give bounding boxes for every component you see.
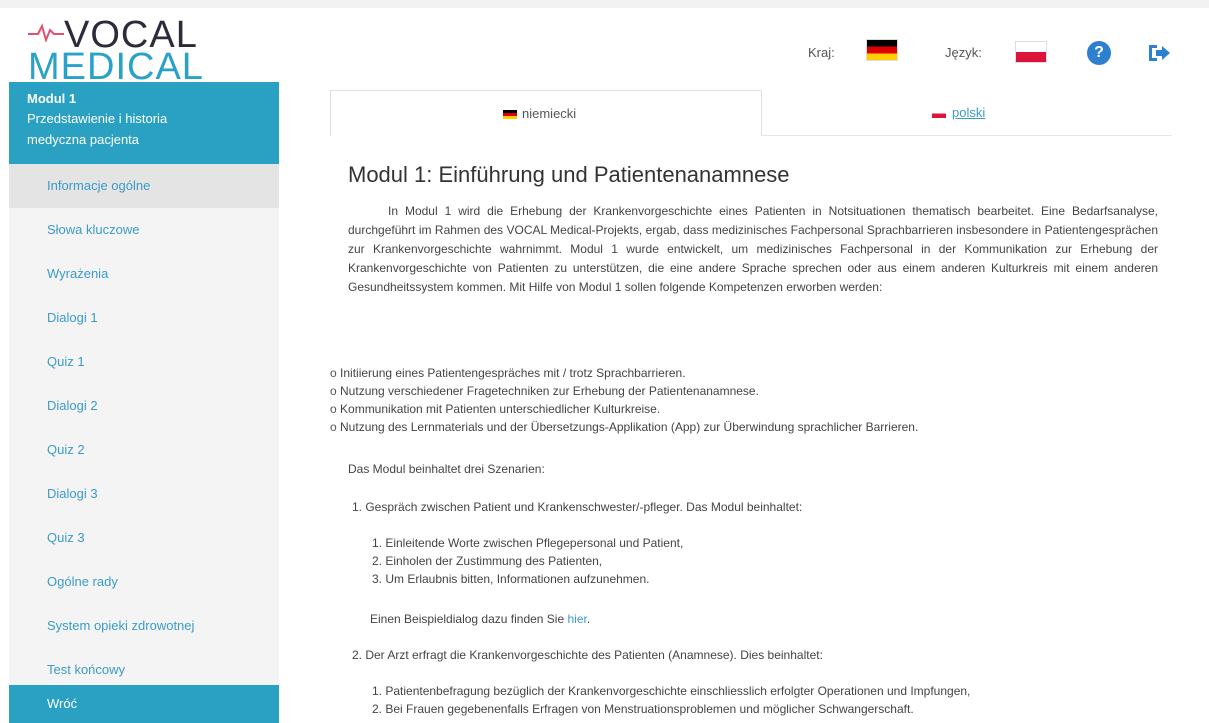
sidebar-item-keywords[interactable]: Słowa kluczowe <box>9 208 279 252</box>
scenario-1-item: 1. Einleitende Worte zwischen Pflegepers… <box>372 536 684 550</box>
example-dialog-line: Einen Beispieldialog dazu finden Sie hie… <box>370 612 591 626</box>
sidebar-item-quiz-2[interactable]: Quiz 2 <box>9 428 279 472</box>
list-item: Initiierung eines Patientengespräches mi… <box>330 364 918 382</box>
question-circle-icon[interactable]: ? <box>1087 41 1111 65</box>
sidebar-item-quiz-3[interactable]: Quiz 3 <box>9 516 279 560</box>
scenario-2-title: 2. Der Arzt erfragt die Krankenvorgeschi… <box>352 648 823 662</box>
logo-text-bottom: MEDICAL <box>28 46 204 88</box>
sidebar-item-dialogs-2[interactable]: Dialogi 2 <box>9 384 279 428</box>
tab-polish[interactable]: polski <box>762 90 1172 136</box>
germany-flag-icon <box>503 110 517 119</box>
sidebar-item-expressions[interactable]: Wyrażenia <box>9 252 279 296</box>
scenario-1-item: 2. Einholen der Zustimmung des Patienten… <box>372 554 603 568</box>
back-button[interactable]: Wróć <box>9 685 279 723</box>
competency-list: Initiierung eines Patientengespräches mi… <box>330 364 918 436</box>
scenario-2-item: 2. Bei Frauen gegebenenfalls Erfragen vo… <box>372 702 914 716</box>
tab-german[interactable]: niemiecki <box>330 90 762 136</box>
list-item: Kommunikation mit Patienten unterschiedl… <box>330 400 918 418</box>
scenario-1-title: 1. Gespräch zwischen Patient und Kranken… <box>352 500 803 514</box>
country-flag-germany[interactable] <box>866 39 898 61</box>
list-item: Nutzung verschiedener Fragetechniken zur… <box>330 382 918 400</box>
poland-flag-icon <box>932 109 946 118</box>
module-title: Modul 1 <box>27 91 77 106</box>
module-subtitle: Przedstawienie i historia medyczna pacje… <box>27 111 168 147</box>
heartbeat-icon <box>28 23 64 42</box>
page-title: Modul 1: Einführung und Patientenanamnes… <box>348 162 790 187</box>
sidebar: Modul 1 Przedstawienie i historia medycz… <box>9 82 279 723</box>
language-label: Język: <box>945 45 982 60</box>
scenarios-intro: Das Modul beinhaltet drei Szenarien: <box>348 462 545 476</box>
intro-paragraph: In Modul 1 wird die Erhebung der Kranken… <box>348 204 1158 294</box>
scenario-2-item: 1. Patientenbefragung bezüglich der Kran… <box>372 684 971 698</box>
header: VOCAL MEDICAL Kraj: Język: ? <box>0 0 1209 86</box>
sidebar-item-dialogs-3[interactable]: Dialogi 3 <box>9 472 279 516</box>
sidebar-item-dialogs-1[interactable]: Dialogi 1 <box>9 296 279 340</box>
sign-out-icon[interactable] <box>1146 41 1172 65</box>
vocal-medical-logo[interactable]: VOCAL MEDICAL <box>28 14 203 86</box>
language-flag-poland[interactable] <box>1015 41 1047 63</box>
sidebar-item-general-advice[interactable]: Ogólne rady <box>9 560 279 604</box>
sidebar-item-general-info[interactable]: Informacje ogólne <box>9 164 279 208</box>
module-header: Modul 1 Przedstawienie i historia medycz… <box>9 82 279 164</box>
country-label: Kraj: <box>808 45 835 60</box>
example-link[interactable]: hier <box>567 612 586 626</box>
list-item: Nutzung des Lernmaterials und der Überse… <box>330 418 918 436</box>
sidebar-item-healthcare-system[interactable]: System opieki zdrowotnej <box>9 604 279 648</box>
sidebar-item-quiz-1[interactable]: Quiz 1 <box>9 340 279 384</box>
tab-german-label: niemiecki <box>522 106 577 121</box>
scenario-1-item: 3. Um Erlaubnis bitten, Informationen au… <box>372 572 650 586</box>
tab-polish-label: polski <box>952 105 986 120</box>
example-text: Einen Beispieldialog dazu finden Sie <box>370 612 565 626</box>
